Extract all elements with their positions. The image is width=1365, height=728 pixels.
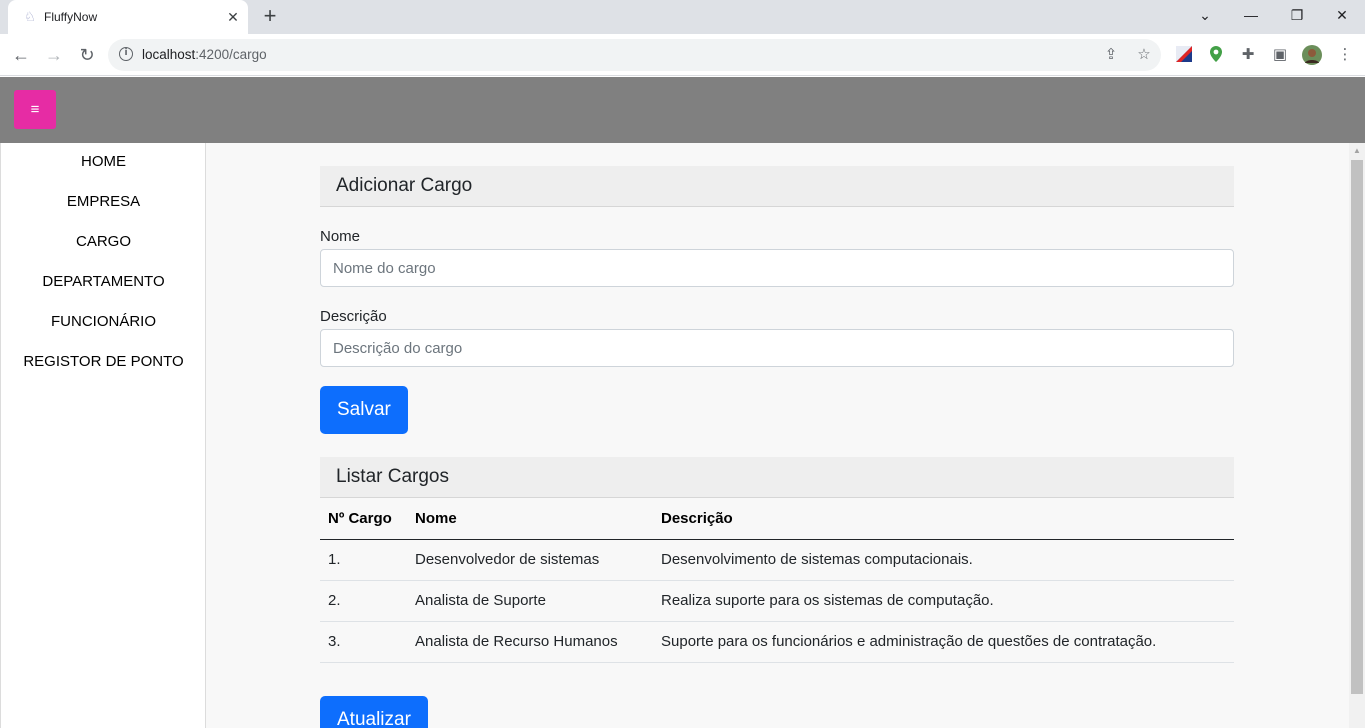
location-pin-icon[interactable] bbox=[1206, 45, 1226, 65]
browser-menu-icon[interactable]: ⋮ bbox=[1335, 45, 1355, 65]
scroll-up-arrow-icon[interactable]: ▲ bbox=[1349, 145, 1365, 157]
bookmark-star-icon[interactable]: ☆ bbox=[1134, 45, 1154, 65]
cell-num: 3. bbox=[320, 621, 407, 663]
name-label: Nome bbox=[320, 228, 361, 245]
address-bar[interactable]: i localhost:4200/cargo ⇪ ☆ bbox=[108, 39, 1161, 71]
main-content: Adicionar Cargo Nome Descrição Salvar Li… bbox=[206, 143, 1349, 728]
hamburger-menu-button[interactable]: ≡ bbox=[14, 90, 56, 129]
cargos-table: Nº Cargo Nome Descrição 1. Desenvolvedor… bbox=[320, 498, 1234, 663]
list-cargos-header: Listar Cargos bbox=[320, 457, 1234, 498]
restore-window-button[interactable]: ❐ bbox=[1274, 0, 1320, 30]
save-button[interactable]: Salvar bbox=[320, 386, 408, 434]
cell-name: Analista de Recurso Humanos bbox=[407, 621, 653, 663]
description-input[interactable] bbox=[320, 329, 1234, 367]
browser-tab[interactable]: ♘ FluffyNow ✕ bbox=[8, 0, 248, 34]
minimize-window-button[interactable]: — bbox=[1228, 0, 1274, 30]
cell-description: Desenvolvimento de sistemas computaciona… bbox=[653, 539, 1234, 581]
share-icon[interactable]: ⇪ bbox=[1101, 45, 1121, 65]
column-header-num: Nº Cargo bbox=[320, 498, 407, 540]
extension-flag-icon[interactable] bbox=[1174, 45, 1194, 65]
forward-icon[interactable]: → bbox=[42, 43, 66, 67]
app-header: ≡ bbox=[0, 77, 1365, 143]
url-path: :4200/cargo bbox=[195, 47, 267, 62]
name-input[interactable] bbox=[320, 249, 1234, 287]
tab-title: FluffyNow bbox=[44, 10, 98, 24]
sidebar: HOME EMPRESA CARGO DEPARTAMENTO FUNCIONÁ… bbox=[0, 143, 206, 728]
extensions-puzzle-icon[interactable]: ✚ bbox=[1238, 45, 1258, 65]
update-button[interactable]: Atualizar bbox=[320, 696, 428, 728]
sidebar-item-funcionario[interactable]: FUNCIONÁRIO bbox=[1, 312, 206, 332]
scrollbar-thumb[interactable] bbox=[1351, 160, 1363, 694]
add-cargo-header: Adicionar Cargo bbox=[320, 166, 1234, 207]
browser-toolbar: ← → ↻ i localhost:4200/cargo ⇪ ☆ ✚ ▣ ⋮ bbox=[0, 34, 1365, 76]
reload-icon[interactable]: ↻ bbox=[75, 43, 99, 67]
cell-num: 1. bbox=[320, 539, 407, 581]
cell-name: Desenvolvedor de sistemas bbox=[407, 539, 653, 581]
cell-num: 2. bbox=[320, 580, 407, 622]
app-favicon-icon: ♘ bbox=[24, 9, 36, 24]
column-header-name: Nome bbox=[407, 498, 653, 540]
cell-name: Analista de Suporte bbox=[407, 580, 653, 622]
site-info-icon[interactable]: i bbox=[119, 47, 133, 61]
add-cargo-title: Adicionar Cargo bbox=[336, 175, 473, 196]
sidebar-item-empresa[interactable]: EMPRESA bbox=[1, 192, 206, 212]
cell-description: Realiza suporte para os sistemas de comp… bbox=[653, 580, 1234, 622]
table-row[interactable]: 2. Analista de Suporte Realiza suporte p… bbox=[320, 580, 1234, 622]
table-header-row: Nº Cargo Nome Descrição bbox=[320, 498, 1234, 540]
sidebar-item-cargo[interactable]: CARGO bbox=[1, 232, 206, 252]
url-host: localhost bbox=[142, 47, 196, 62]
close-tab-icon[interactable]: ✕ bbox=[224, 8, 242, 26]
sidebar-item-home[interactable]: HOME bbox=[1, 152, 206, 172]
cell-description: Suporte para os funcionários e administr… bbox=[653, 621, 1234, 663]
table-row[interactable]: 3. Analista de Recurso Humanos Suporte p… bbox=[320, 621, 1234, 663]
column-header-description: Descrição bbox=[653, 498, 1234, 540]
new-tab-button[interactable]: + bbox=[258, 5, 282, 29]
sidebar-item-departamento[interactable]: DEPARTAMENTO bbox=[1, 272, 206, 292]
page-scrollbar[interactable]: ▲ bbox=[1349, 143, 1365, 728]
profile-avatar[interactable] bbox=[1302, 45, 1322, 65]
browser-tab-strip: ♘ FluffyNow ✕ + ⌄ — ❐ ✕ bbox=[0, 0, 1365, 34]
description-label: Descrição bbox=[320, 308, 387, 325]
url-text: localhost:4200/cargo bbox=[142, 47, 267, 63]
back-icon[interactable]: ← bbox=[9, 43, 33, 67]
tab-search-dropdown-icon[interactable]: ⌄ bbox=[1182, 0, 1228, 30]
list-cargos-title: Listar Cargos bbox=[336, 466, 449, 487]
side-panel-icon[interactable]: ▣ bbox=[1270, 45, 1290, 65]
close-window-button[interactable]: ✕ bbox=[1319, 0, 1365, 30]
sidebar-item-registor-de-ponto[interactable]: REGISTOR DE PONTO bbox=[1, 352, 206, 372]
table-row[interactable]: 1. Desenvolvedor de sistemas Desenvolvim… bbox=[320, 539, 1234, 581]
